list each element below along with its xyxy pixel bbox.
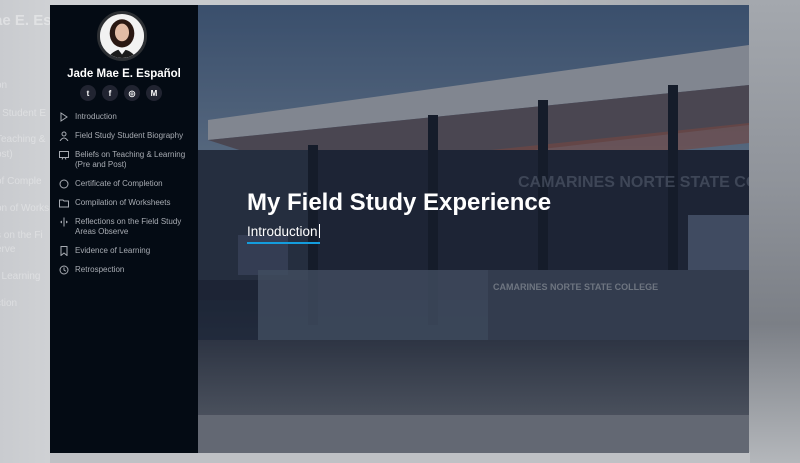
nav-item-worksheets[interactable]: Compilation of Worksheets (59, 198, 195, 208)
ghost-item: on of Works (0, 203, 50, 214)
ghost-item: on (0, 80, 8, 91)
nav-item-reflections[interactable]: Reflections on the Field Study Areas Obs… (59, 217, 195, 237)
nav-item-label: Evidence of Learning (75, 246, 151, 255)
ghost-item: f Learning (0, 271, 41, 282)
ghost-item: ction (0, 298, 18, 309)
ghost-item: Teaching & (0, 134, 46, 145)
profile-name: Jade Mae E. Español (67, 68, 181, 80)
ghost-title: ae E. Es (0, 12, 52, 29)
background-ghost-sidebar: ae E. Es on r Student E Teaching & ost) … (0, 0, 52, 463)
social-links: t f ◎ M (80, 85, 162, 101)
nav-item-label: Retrospection (75, 265, 125, 274)
history-icon (59, 265, 69, 275)
facebook-icon[interactable]: f (102, 85, 118, 101)
ghost-item: s on the Fi (0, 230, 43, 241)
nav-item-label: Beliefs on Teaching & Learning (Pre and … (75, 150, 186, 169)
profile-avatar[interactable] (97, 11, 147, 61)
background-bottom (50, 452, 750, 463)
sidebar: Jade Mae E. Español t f ◎ M Introduction… (50, 5, 198, 453)
sidebar-nav: Introduction Field Study Student Biograp… (59, 112, 195, 284)
nav-item-label: Compilation of Worksheets (75, 198, 171, 207)
hero-subtitle-typed: Introduction (247, 224, 321, 244)
gmail-icon[interactable]: M (146, 85, 162, 101)
play-icon (59, 112, 69, 122)
hero-title: My Field Study Experience (247, 189, 552, 216)
nav-item-retrospection[interactable]: Retrospection (59, 265, 195, 275)
nav-item-certificate[interactable]: Certificate of Completion (59, 179, 195, 189)
nav-item-evidence[interactable]: Evidence of Learning (59, 246, 195, 256)
split-arrows-icon (59, 217, 69, 227)
hero-section: CAMARINES NORTE STATE COLLEGE CAMARINES … (198, 5, 749, 453)
nav-item-biography[interactable]: Field Study Student Biography (59, 131, 195, 141)
nav-item-label: Reflections on the Field Study Areas Obs… (75, 217, 182, 236)
ghost-item: erve (0, 244, 16, 255)
nav-item-label: Certificate of Completion (75, 179, 163, 188)
portfolio-window: Jade Mae E. Español t f ◎ M Introduction… (50, 5, 749, 453)
ghost-item: r Student E (0, 108, 47, 119)
bookmark-icon (59, 246, 69, 256)
nav-item-label: Introduction (75, 112, 117, 121)
person-icon (59, 131, 69, 141)
instagram-icon[interactable]: ◎ (124, 85, 140, 101)
circle-icon (59, 179, 69, 189)
nav-item-beliefs[interactable]: Beliefs on Teaching & Learning (Pre and … (59, 150, 195, 170)
hero-subtitle-text: Introduction (247, 224, 318, 239)
presentation-icon (59, 150, 69, 160)
nav-item-introduction[interactable]: Introduction (59, 112, 195, 122)
typing-cursor (318, 224, 321, 238)
twitter-icon[interactable]: t (80, 85, 96, 101)
ghost-item: of Comple (0, 176, 42, 187)
nav-item-label: Field Study Student Biography (75, 131, 184, 140)
background-right (749, 0, 800, 463)
ghost-item: ost) (0, 149, 13, 160)
folder-icon (59, 198, 69, 208)
